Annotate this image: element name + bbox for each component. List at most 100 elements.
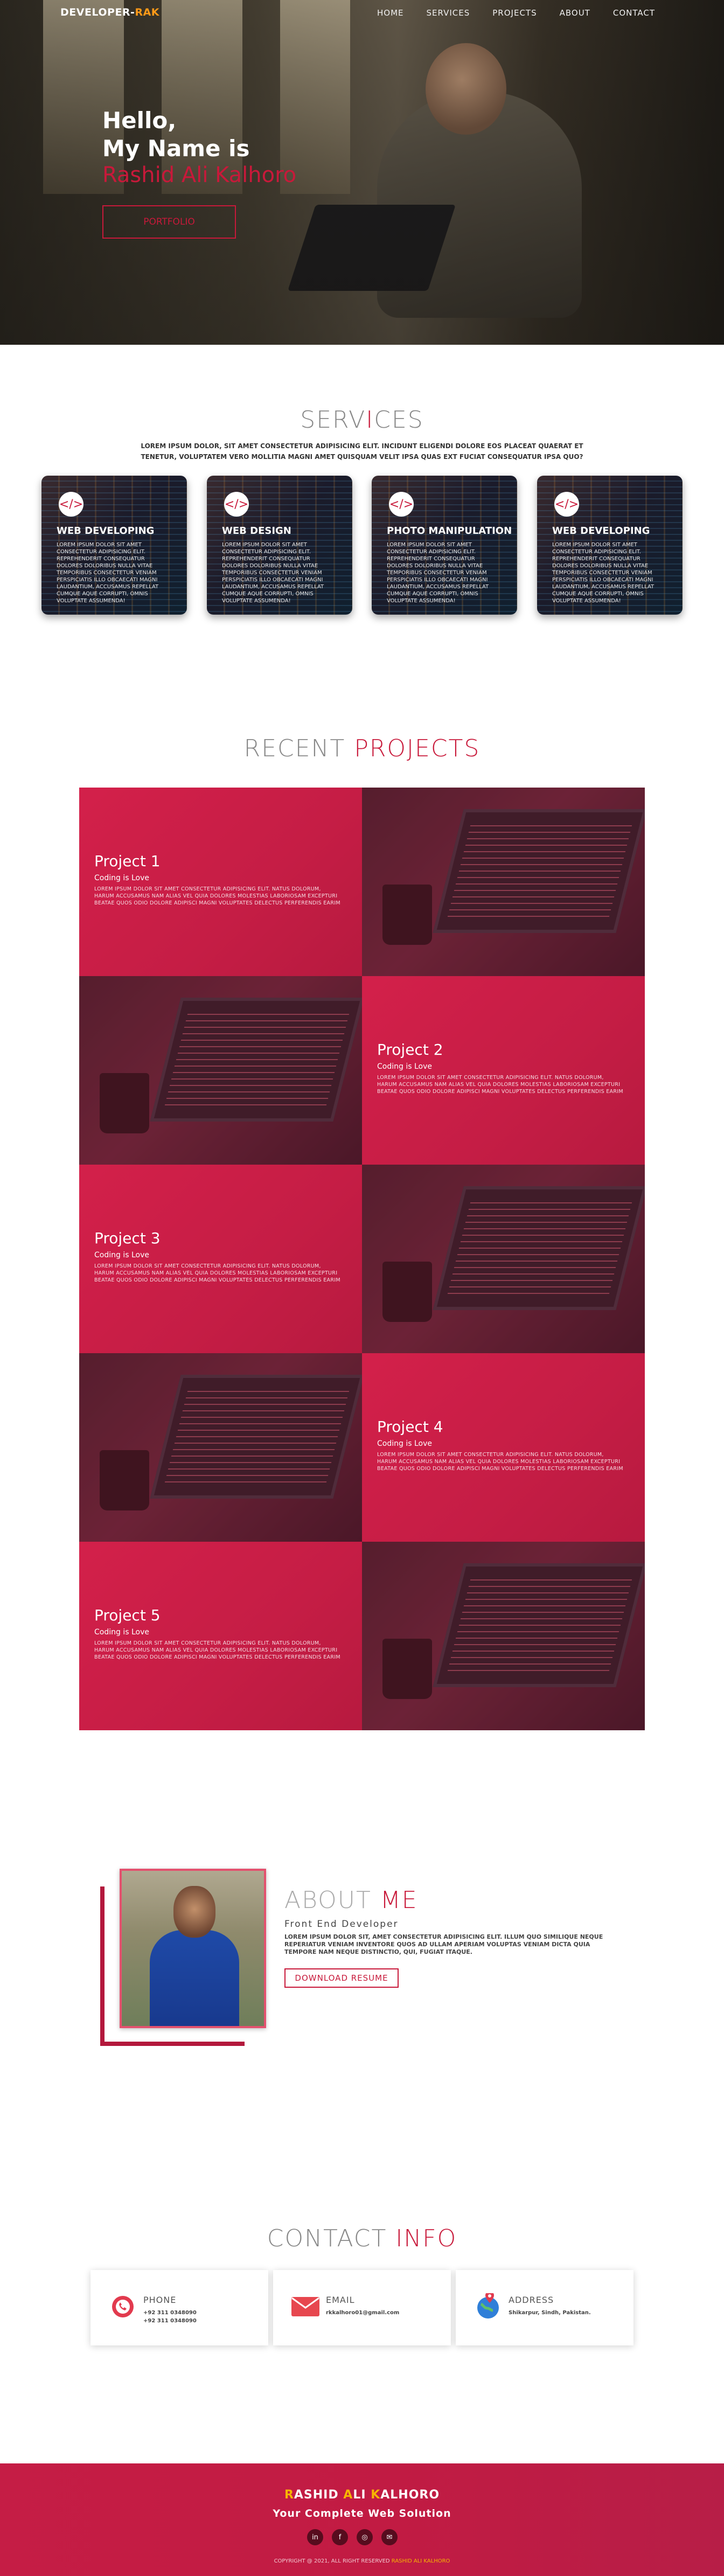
service-card-text: LOREM IPSUM DOLOR SIT AMET CONSECTETUR A…	[387, 542, 489, 604]
image-tint	[79, 976, 362, 1165]
contact-value: rkkalhoro01@gmail.com	[326, 2310, 400, 2316]
contact-card-phone[interactable]: PHONE +92 311 0348090 +92 311 0348090	[90, 2270, 268, 2345]
footer-name-part: ALHORO	[380, 2488, 440, 2502]
footer-name-part: LI	[353, 2488, 371, 2502]
contact-title: CONTACT INFO	[0, 2225, 724, 2252]
project-subtitle: Coding is Love	[377, 1062, 432, 1071]
project-row[interactable]: Project 1 Coding is Love LOREM IPSUM DOL…	[79, 788, 645, 976]
image-tint	[362, 1165, 645, 1353]
project-image	[362, 1542, 645, 1730]
footer-name-part: ASHID	[294, 2488, 344, 2502]
portfolio-button[interactable]: PORTFOLIO	[102, 205, 236, 239]
projects-title: RECENT PROJECTS	[0, 735, 724, 762]
services-description: LOREM IPSUM DOLOR, SIT AMET CONSECTETUR …	[141, 442, 583, 461]
project-row[interactable]: Project 2 Coding is Love LOREM IPSUM DOL…	[79, 976, 645, 1165]
hero-intro: My Name is	[102, 135, 250, 162]
service-card[interactable]: </> PHOTO MANIPULATION LOREM IPSUM DOLOR…	[372, 476, 517, 615]
top-navbar: DEVELOPER-RAK HOME SERVICES PROJECTS ABO…	[0, 0, 724, 26]
mail-icon[interactable]: ✉	[381, 2529, 398, 2545]
facebook-icon[interactable]: f	[332, 2529, 348, 2545]
footer-name-initial: A	[343, 2488, 353, 2502]
project-image	[79, 976, 362, 1165]
project-title: Project 2	[377, 1041, 443, 1059]
hero-greeting: Hello, My Name is	[102, 107, 250, 163]
project-row[interactable]: Project 5 Coding is Love LOREM IPSUM DOL…	[79, 1542, 645, 1730]
project-image	[362, 788, 645, 976]
code-icon: </>	[224, 492, 249, 517]
about-title-accent: ME	[380, 1886, 418, 1914]
projects-title-accent: PROJECTS	[354, 735, 481, 762]
about-subtitle: Front End Developer	[284, 1919, 399, 1930]
code-icon: </>	[389, 492, 414, 517]
image-tint	[362, 1542, 645, 1730]
nav-projects[interactable]: PROJECTS	[492, 8, 537, 18]
image-tint	[79, 1353, 362, 1542]
service-card-text: LOREM IPSUM DOLOR SIT AMET CONSECTETUR A…	[222, 542, 324, 604]
linkedin-icon[interactable]: in	[307, 2529, 323, 2545]
logo-text: DEVELOPER-	[60, 6, 135, 18]
phone-line: +92 311 0348090	[143, 2310, 197, 2316]
service-card-title: WEB DEVELOPING	[552, 525, 650, 537]
project-text: LOREM IPSUM DOLOR SIT AMET CONSECTETUR A…	[377, 1075, 623, 1095]
code-icon: </>	[59, 492, 83, 517]
nav-menu: HOME SERVICES PROJECTS ABOUT CONTACT	[377, 8, 655, 18]
contact-title-plain: CONTACT	[267, 2225, 396, 2252]
project-info: Project 4 Coding is Love LOREM IPSUM DOL…	[362, 1353, 645, 1542]
copyright: COPYRIGHT @ 2021, ALL RIGHT RESERVED RAS…	[0, 2558, 724, 2564]
phone-line: +92 311 0348090	[143, 2318, 197, 2324]
service-card[interactable]: </> WEB DESIGN LOREM IPSUM DOLOR SIT AME…	[207, 476, 352, 615]
code-icon: </>	[554, 492, 579, 517]
service-card-title: WEB DESIGN	[222, 525, 291, 537]
image-tint	[362, 788, 645, 976]
services-title-part: SERV	[300, 406, 366, 434]
contact-card-address[interactable]: ADDRESS Shikarpur, Sindh, Pakistan.	[456, 2270, 634, 2345]
copyright-text: COPYRIGHT @ 2021, ALL RIGHT RESERVED	[274, 2558, 392, 2564]
instagram-icon[interactable]: ◎	[357, 2529, 373, 2545]
project-subtitle: Coding is Love	[94, 1251, 149, 1259]
contact-card-email[interactable]: EMAIL rkkalhoro01@gmail.com	[273, 2270, 451, 2345]
about-photo	[120, 1869, 266, 2028]
projects-title-plain: RECENT	[243, 735, 354, 762]
location-icon	[473, 2293, 503, 2320]
contact-title-accent: INFO	[395, 2225, 457, 2252]
service-card[interactable]: </> WEB DEVELOPING LOREM IPSUM DOLOR SIT…	[41, 476, 187, 615]
hero-name: Rashid Ali Kalhoro	[102, 163, 297, 187]
contact-label: PHONE	[143, 2295, 177, 2305]
hero-section: DEVELOPER-RAK HOME SERVICES PROJECTS ABO…	[0, 0, 724, 345]
project-row[interactable]: Project 4 Coding is Love LOREM IPSUM DOL…	[79, 1353, 645, 1542]
project-text: LOREM IPSUM DOLOR SIT AMET CONSECTETUR A…	[377, 1452, 623, 1472]
nav-contact[interactable]: CONTACT	[613, 8, 655, 18]
photo-person-head	[173, 1886, 215, 1938]
contact-label: ADDRESS	[509, 2295, 554, 2305]
hero-hello: Hello,	[102, 107, 177, 134]
project-info: Project 2 Coding is Love LOREM IPSUM DOL…	[362, 976, 645, 1165]
project-text: LOREM IPSUM DOLOR SIT AMET CONSECTETUR A…	[94, 886, 340, 906]
phone-icon	[108, 2294, 138, 2320]
project-image	[79, 1353, 362, 1542]
nav-about[interactable]: ABOUT	[560, 8, 590, 18]
footer-name: RASHID ALI KALHORO	[0, 2488, 724, 2502]
about-title-plain: ABOUT	[284, 1886, 380, 1914]
project-title: Project 3	[94, 1229, 161, 1247]
service-card[interactable]: </> WEB DEVELOPING LOREM IPSUM DOLOR SIT…	[537, 476, 683, 615]
project-subtitle: Coding is Love	[94, 1628, 149, 1637]
download-resume-button[interactable]: DOWNLOAD RESUME	[284, 1968, 399, 1988]
about-title: ABOUT ME	[284, 1886, 418, 1914]
project-subtitle: Coding is Love	[377, 1439, 432, 1448]
services-title-accent: I	[366, 406, 374, 434]
footer-tagline: Your Complete Web Solution	[273, 2508, 451, 2519]
project-row[interactable]: Project 3 Coding is Love LOREM IPSUM DOL…	[79, 1165, 645, 1353]
footer: RASHID ALI KALHORO Your Complete Web Sol…	[0, 2463, 724, 2576]
logo-accent: RAK	[135, 6, 159, 18]
project-title: Project 4	[377, 1418, 443, 1436]
project-title: Project 1	[94, 852, 161, 870]
copyright-name: RASHID ALI KALHORO	[391, 2558, 450, 2564]
nav-services[interactable]: SERVICES	[427, 8, 470, 18]
site-logo[interactable]: DEVELOPER-RAK	[60, 6, 159, 18]
nav-home[interactable]: HOME	[377, 8, 404, 18]
project-info: Project 3 Coding is Love LOREM IPSUM DOL…	[79, 1165, 362, 1353]
email-icon	[290, 2294, 321, 2320]
services-title: SERVICES	[0, 406, 724, 434]
project-title: Project 5	[94, 1606, 161, 1624]
service-card-title: PHOTO MANIPULATION	[387, 525, 512, 537]
